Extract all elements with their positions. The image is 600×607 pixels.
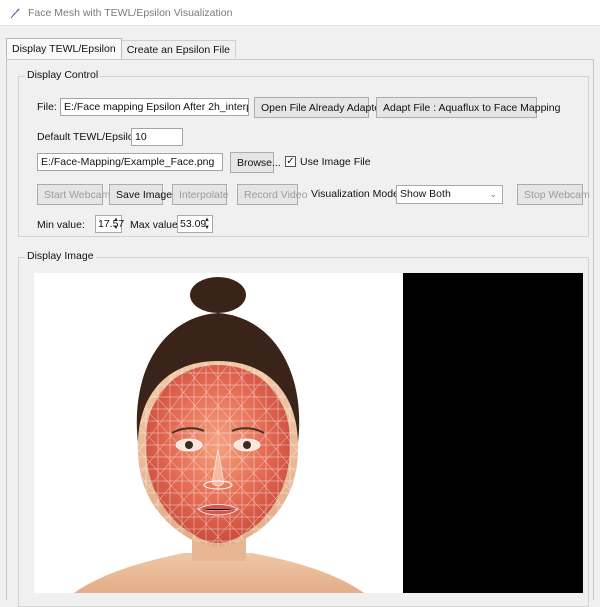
window-title: Face Mesh with TEWL/Epsilon Visualizatio… xyxy=(28,6,233,19)
stop-webcam-button[interactable]: Stop Webcam xyxy=(517,184,590,205)
min-value-spin-arrows[interactable]: ▲ ▼ xyxy=(112,217,120,231)
adapt-file-button[interactable]: Adapt File : Aquaflux to Face Mapping xyxy=(376,97,560,118)
record-video-button[interactable]: Record Video xyxy=(237,184,307,205)
tab-create-epsilon-file[interactable]: Create an Epsilon File xyxy=(121,40,236,58)
title-bar: Face Mesh with TEWL/Epsilon Visualizatio… xyxy=(0,0,600,26)
file-label: File: xyxy=(37,101,57,113)
use-image-file-label: Use Image File xyxy=(300,156,371,168)
tab-display-tewl-epsilon[interactable]: Display TEWL/Epsilon xyxy=(6,38,122,59)
use-image-file-checkbox[interactable]: ✓ xyxy=(285,156,296,167)
max-value-spin-arrows[interactable]: ▲ ▼ xyxy=(203,217,211,231)
max-value-spinbox[interactable]: 53.09 ▲ ▼ xyxy=(177,215,213,233)
chevron-down-icon: ⌄ xyxy=(489,189,497,199)
file-path-input[interactable]: E:/Face mapping Epsilon After 2h_interpo… xyxy=(60,98,249,116)
display-control-label: Display Control xyxy=(25,69,101,81)
start-webcam-button[interactable]: Start Webcam xyxy=(37,184,110,205)
visualization-mode-label: Visualization Mode: xyxy=(311,188,402,200)
default-tewl-epsilon-input[interactable]: 10 xyxy=(131,128,183,146)
save-image-button[interactable]: Save Image xyxy=(109,184,172,205)
feather-icon xyxy=(10,8,20,18)
default-tewl-epsilon-label: Default TEWL/Epsilon: xyxy=(37,131,143,143)
display-image-label: Display Image xyxy=(25,250,96,262)
display-image-area xyxy=(34,273,583,593)
spin-down-icon[interactable]: ▼ xyxy=(112,225,120,231)
min-value-label: Min value: xyxy=(37,219,85,231)
visualization-mode-value: Show Both xyxy=(400,188,451,200)
open-file-already-adapted-button[interactable]: Open File Already Adapted xyxy=(254,97,386,118)
image-file-path-input[interactable]: E:/Face-Mapping/Example_Face.png xyxy=(37,153,223,171)
browse-button[interactable]: Browse... xyxy=(230,152,281,173)
interpolate-button[interactable]: Interpolate xyxy=(172,184,229,205)
max-value-label: Max value: xyxy=(130,219,181,231)
face-mesh-image xyxy=(34,273,403,593)
tab-bar: Display TEWL/Epsilon Create an Epsilon F… xyxy=(6,38,236,59)
visualization-mode-select[interactable]: Show Both ⌄ xyxy=(396,185,503,204)
min-value-spinbox[interactable]: 17.57 ▲ ▼ xyxy=(95,215,124,233)
spin-up-icon[interactable]: ▲ xyxy=(112,217,120,223)
spin-down-icon[interactable]: ▼ xyxy=(203,225,211,231)
face-mesh-illustration xyxy=(74,277,364,593)
spin-up-icon[interactable]: ▲ xyxy=(203,217,211,223)
overlay-preview-panel xyxy=(403,273,583,593)
